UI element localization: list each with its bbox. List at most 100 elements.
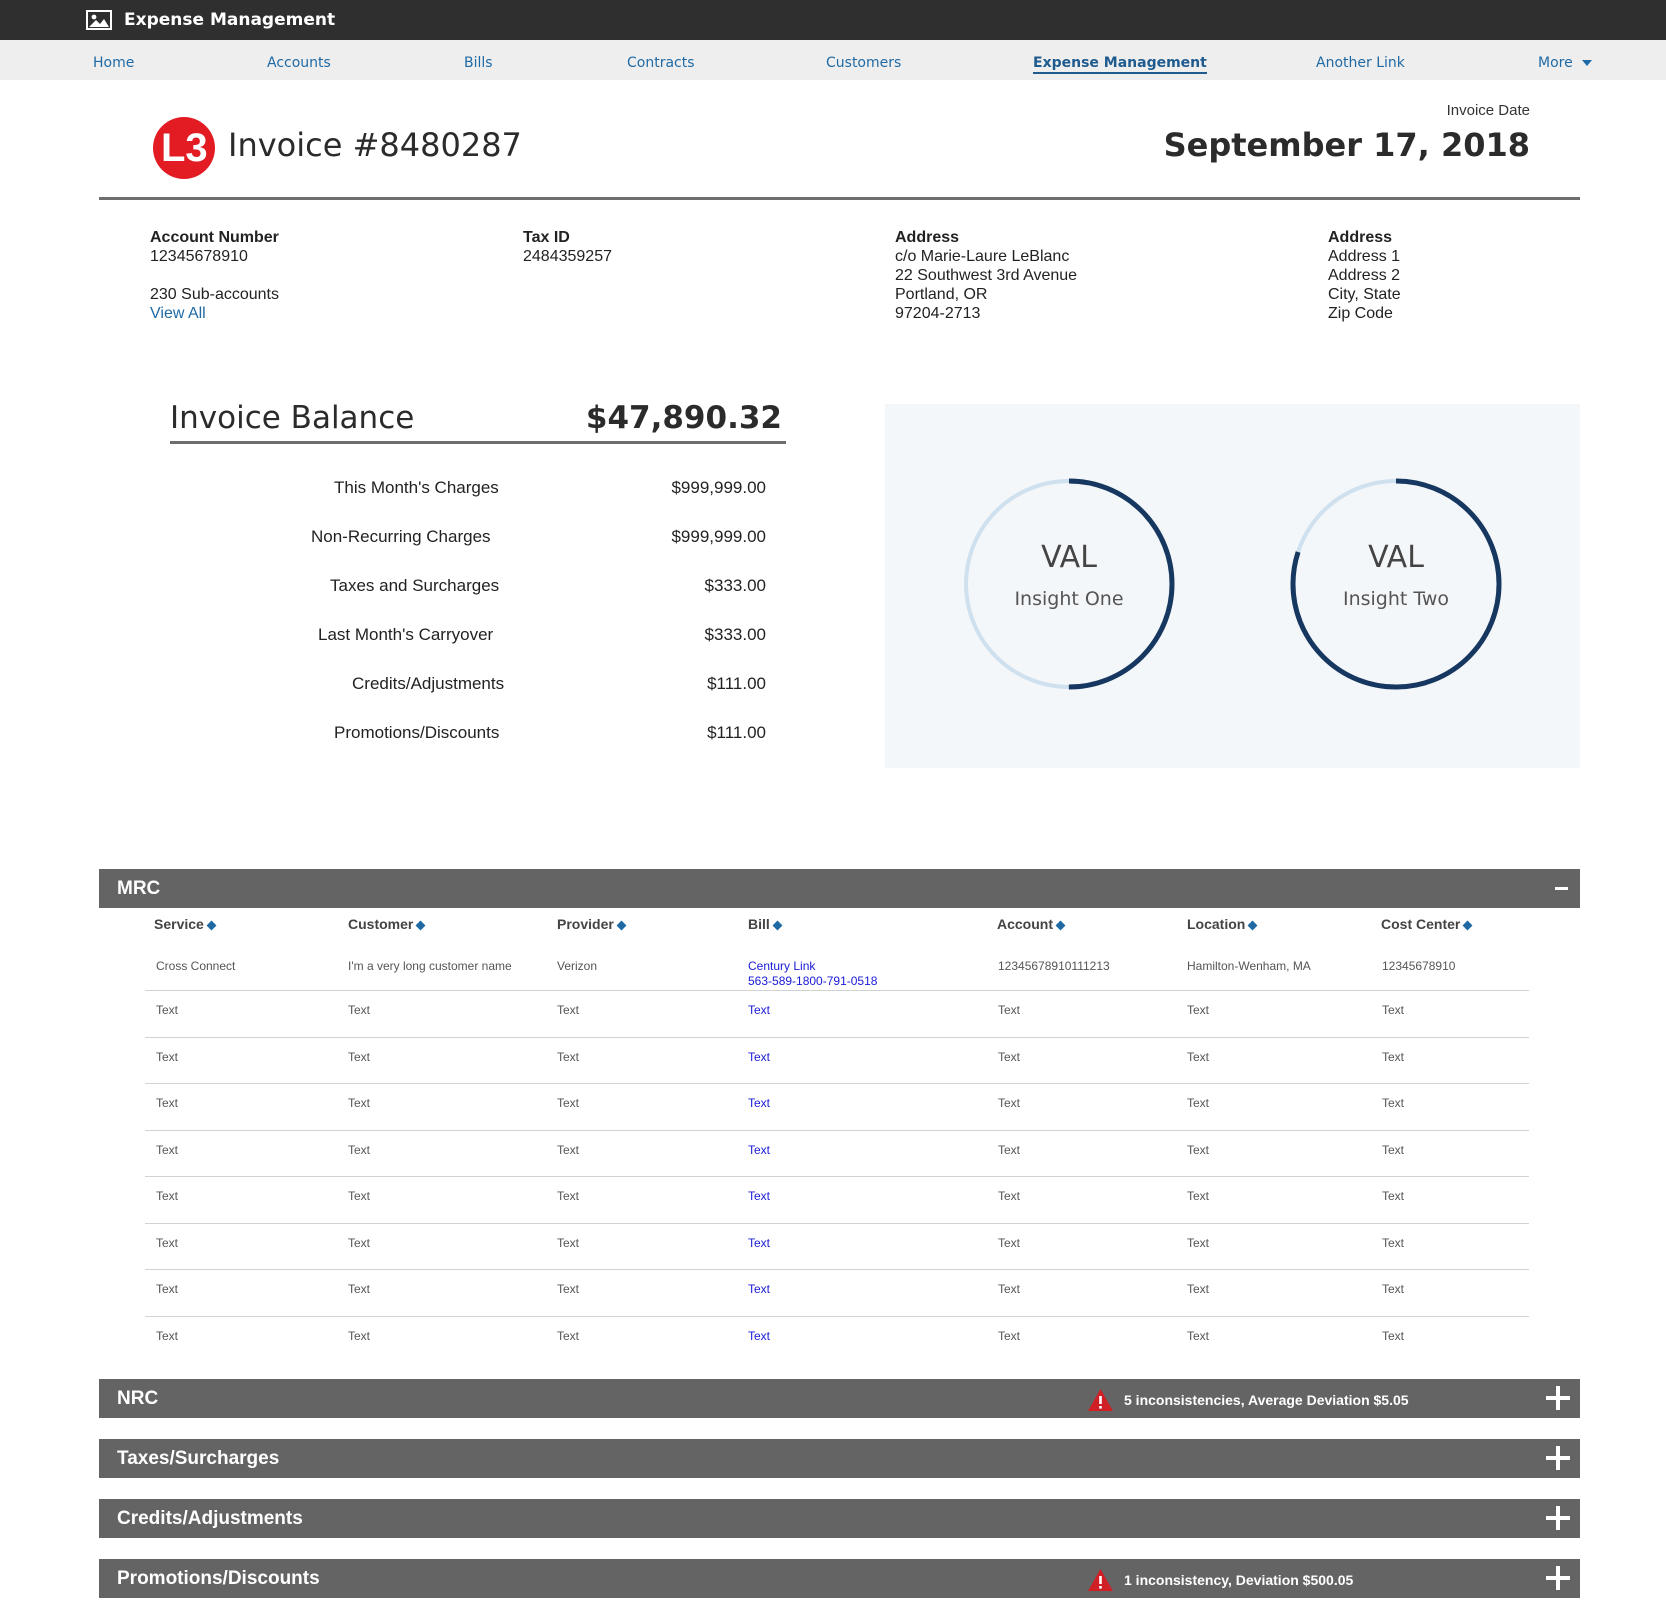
cell-location: Text — [1187, 1142, 1210, 1157]
sort-icon[interactable] — [772, 920, 783, 931]
column-header-location[interactable]: Location — [1187, 916, 1258, 932]
cell-account: Text — [998, 1049, 1021, 1064]
bill-link[interactable]: Text — [748, 1329, 770, 1343]
section-title: Taxes/Surcharges — [117, 1448, 280, 1469]
column-header-provider[interactable]: Provider — [557, 916, 627, 932]
charge-value: $111.00 — [707, 674, 766, 693]
charge-value: $333.00 — [704, 576, 766, 595]
insight-gauge: VAL Insight Two — [1286, 474, 1506, 694]
sort-icon[interactable] — [1055, 920, 1066, 931]
cell-cost-center: 12345678910 — [1382, 959, 1456, 973]
section-mrc[interactable]: MRC — [99, 869, 1580, 908]
bill-link[interactable]: Text — [748, 1096, 770, 1110]
caret-down-icon — [1581, 60, 1592, 66]
table-row[interactable]: Text Text Text Text Text Text Text — [145, 1084, 1529, 1131]
cell-provider: Text — [557, 1003, 580, 1017]
column-header-label: Bill — [748, 916, 770, 932]
bill-link[interactable]: Text — [748, 1282, 770, 1296]
cell-provider: Text — [557, 1096, 580, 1110]
cell-cost-center: Text — [1382, 1096, 1405, 1110]
warning-icon — [1088, 1569, 1113, 1591]
expand-icon[interactable] — [1546, 1386, 1570, 1410]
insight-label: Insight Two — [1342, 588, 1450, 610]
bill-link[interactable]: Text — [748, 1003, 770, 1017]
nav-contracts[interactable]: Contracts — [627, 55, 695, 71]
bill-link[interactable]: Text — [748, 1189, 770, 1203]
cell-service: Text — [156, 1096, 179, 1110]
column-header-service[interactable]: Service — [154, 916, 217, 932]
nav-bills[interactable]: Bills — [464, 55, 493, 71]
cell-bill: Text — [748, 1143, 770, 1158]
expand-icon[interactable] — [1546, 1446, 1570, 1470]
cell-customer: Text — [348, 1189, 371, 1203]
svg-text:L3: L3 — [161, 126, 208, 170]
cell-service: Text — [156, 1235, 179, 1250]
table-row[interactable]: Text Text Text Text Text Text Text — [145, 1224, 1529, 1270]
cell-service: Text — [156, 1142, 179, 1157]
column-header-customer[interactable]: Customer — [348, 916, 426, 932]
bill-link[interactable]: Text — [748, 1050, 770, 1064]
charge-label: Credits/Adjustments — [352, 674, 505, 693]
bill-provider-link[interactable]: Century Link — [748, 959, 815, 973]
cell-cost-center: Text — [1382, 1003, 1405, 1017]
expand-icon[interactable] — [1546, 1506, 1570, 1530]
charge-value: $999,999.00 — [671, 527, 766, 546]
table-row[interactable]: Text Text Text Text Text Text Text — [145, 1131, 1529, 1177]
bill-link[interactable]: Text — [748, 1236, 770, 1250]
table-row[interactable]: Text Text Text Text Text Text Text — [145, 1038, 1529, 1084]
section-title: MRC — [117, 878, 161, 899]
table-row[interactable]: Text Text Text Text Text Text Text — [145, 1317, 1529, 1364]
section-credits-adjustments[interactable]: Credits/Adjustments — [99, 1499, 1580, 1538]
column-header-label: Service — [154, 916, 204, 932]
cell-bill: Text — [748, 1096, 770, 1111]
tax-id-label: Tax ID — [523, 229, 570, 246]
section-title: Promotions/Discounts — [117, 1568, 320, 1589]
cell-service: Text — [156, 1328, 179, 1343]
table-row[interactable]: Text Text Text Text Text Text Text — [145, 1270, 1529, 1317]
nav-customers[interactable]: Customers — [826, 55, 901, 71]
section-nrc[interactable]: NRC 5 inconsistencies, Average Deviation… — [99, 1379, 1580, 1418]
table-row[interactable]: Text Text Text Text Text Text Text — [145, 1177, 1529, 1224]
cell-bill: Text — [748, 1189, 770, 1204]
address-line: Zip Code — [1328, 305, 1393, 322]
cell-customer: I'm a very long customer name — [348, 959, 512, 973]
cell-provider: Text — [557, 1328, 580, 1343]
nav-accounts[interactable]: Accounts — [267, 55, 331, 71]
cell-provider: Text — [557, 1235, 580, 1250]
cell-location: Hamilton-Wenham, MA — [1187, 959, 1311, 973]
table-row[interactable]: Text Text Text Text Text Text Text — [145, 991, 1529, 1038]
nav-another-link[interactable]: Another Link — [1316, 55, 1405, 71]
expand-icon[interactable] — [1546, 1566, 1570, 1590]
tax-id-value: 2484359257 — [523, 248, 612, 265]
nav-more-label: More — [1538, 55, 1573, 71]
section-taxes-surcharges[interactable]: Taxes/Surcharges — [99, 1439, 1580, 1478]
sort-icon[interactable] — [415, 920, 426, 931]
nav-expense-management[interactable]: Expense Management — [1033, 55, 1207, 74]
sort-icon[interactable] — [1247, 920, 1258, 931]
gauge-ring — [1290, 478, 1502, 690]
sort-icon[interactable] — [616, 920, 627, 931]
collapse-icon[interactable] — [1555, 887, 1568, 890]
sort-icon[interactable] — [1462, 920, 1473, 931]
cell-location: Text — [1187, 1003, 1210, 1017]
cell-customer: Text — [348, 1049, 371, 1064]
image-icon — [86, 10, 112, 30]
nav-home[interactable]: Home — [93, 55, 134, 71]
sort-icon[interactable] — [206, 920, 217, 931]
address-line: 22 Southwest 3rd Avenue — [895, 267, 1078, 284]
column-header-account[interactable]: Account — [997, 916, 1066, 932]
bill-number-link[interactable]: 563-589-1800-791-0518 — [748, 974, 877, 988]
table-row[interactable]: Cross Connect I'm a very long customer n… — [145, 952, 1529, 991]
bill-link[interactable]: Text — [748, 1143, 770, 1157]
insight-label: Insight One — [1014, 588, 1124, 610]
charge-value: $999,999.00 — [671, 478, 766, 497]
address-block-primary: Address c/o Marie-Laure LeBlanc 22 South… — [895, 228, 1077, 323]
main-nav: Home Accounts Bills Contracts Customers … — [0, 40, 1666, 80]
cell-account: Text — [998, 1235, 1021, 1250]
cell-account: Text — [998, 1282, 1021, 1296]
section-promotions-discounts[interactable]: Promotions/Discounts 1 inconsistency, De… — [99, 1559, 1580, 1598]
nav-more[interactable]: More — [1538, 55, 1592, 71]
view-all-link[interactable]: View All — [150, 305, 206, 322]
column-header-cost-center[interactable]: Cost Center — [1381, 916, 1473, 932]
column-header-bill[interactable]: Bill — [748, 916, 783, 932]
